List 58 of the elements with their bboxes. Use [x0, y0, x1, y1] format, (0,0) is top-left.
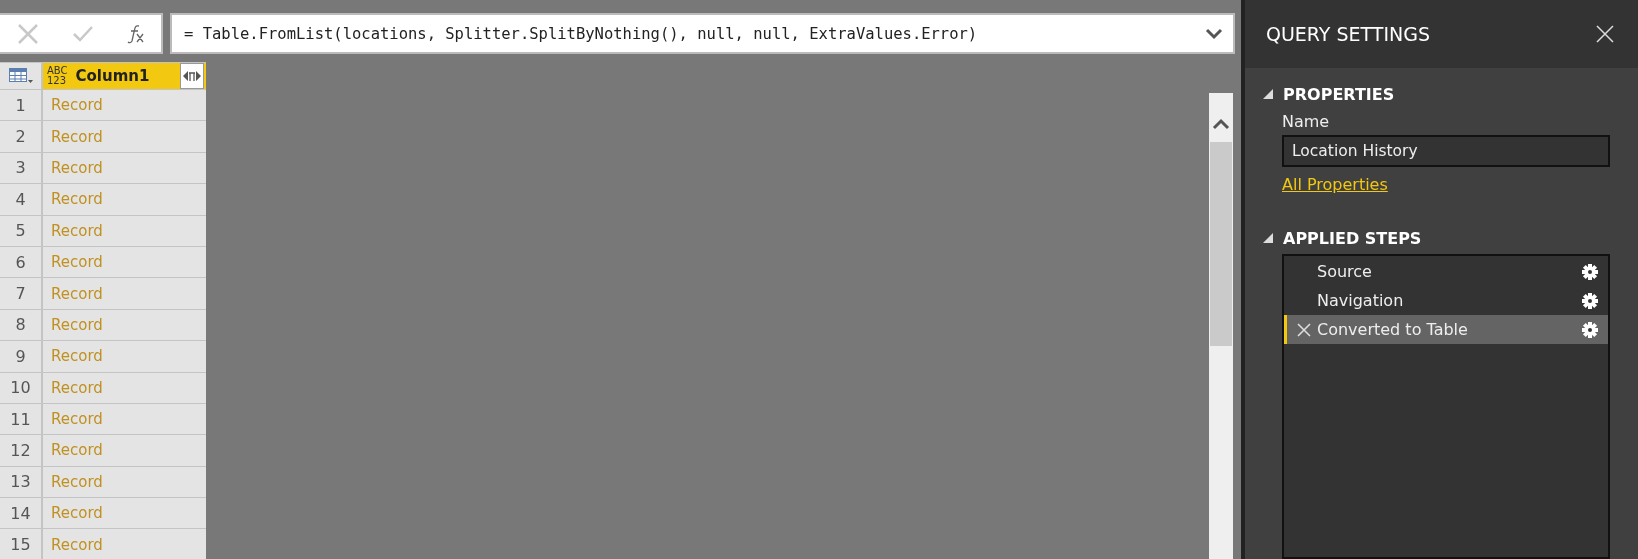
type-label[interactable]: ABC 123 [47, 66, 68, 86]
table-cell[interactable]: Record [43, 341, 206, 372]
scroll-up-icon[interactable] [1212, 118, 1230, 130]
row-number: 6 [0, 246, 41, 278]
table-cell[interactable]: Record [43, 403, 206, 435]
row-number: 15 [0, 529, 41, 559]
table-cell[interactable]: Record [43, 466, 206, 498]
section-heading: APPLIED STEPS [1283, 228, 1422, 248]
table-cell[interactable]: Record [43, 309, 206, 341]
applied-step[interactable]: Source [1284, 257, 1608, 286]
row-number: 5 [0, 215, 41, 246]
name-label: Name [1282, 111, 1331, 133]
function-icon[interactable] [126, 23, 145, 44]
row-number: 10 [0, 372, 41, 403]
table-cell[interactable]: Record [43, 246, 206, 278]
collapse-triangle-icon[interactable] [1263, 89, 1273, 99]
table-cell[interactable]: Record [43, 90, 206, 121]
name-field[interactable]: Location History [1282, 135, 1610, 167]
expand-button[interactable] [180, 63, 204, 89]
table-cell[interactable]: Record [43, 215, 206, 246]
row-number: 4 [0, 184, 41, 215]
gear-icon[interactable] [1582, 321, 1598, 338]
row-number: 11 [0, 403, 41, 435]
collapse-triangle-icon[interactable] [1263, 233, 1273, 243]
row-number: 13 [0, 466, 41, 498]
row-number: 14 [0, 498, 41, 529]
expand-arrows-icon [182, 69, 202, 83]
row-number: 3 [0, 152, 41, 184]
row-number: 8 [0, 309, 41, 341]
table-cell[interactable]: Record [43, 184, 206, 215]
table-cell[interactable]: Record [43, 278, 206, 309]
scrollbar-thumb[interactable] [1210, 142, 1232, 346]
row-number: 12 [0, 435, 41, 466]
table-cell[interactable]: Record [43, 121, 206, 152]
row-number: 1 [0, 90, 41, 121]
formula-field[interactable]: = Table.FromList(locations, Splitter.SplitByNothing(), null, null, ExtraValues.Error) [170, 13, 1235, 54]
applied-step[interactable]: Navigation [1284, 286, 1608, 315]
row-number: 9 [0, 341, 41, 372]
delete-icon[interactable] [1297, 322, 1311, 337]
close-icon[interactable] [1595, 24, 1615, 44]
all-properties-link[interactable]: All Properties [1282, 175, 1388, 194]
vertical-scrollbar[interactable] [1209, 93, 1233, 559]
panel-title: QUERY SETTINGS [1266, 23, 1431, 45]
row-number: 2 [0, 121, 41, 152]
gear-icon[interactable] [1582, 263, 1598, 280]
table-menu-button[interactable] [0, 63, 41, 89]
applied-step[interactable]: Converted to Table [1284, 315, 1608, 344]
section-heading: PROPERTIES [1283, 84, 1395, 104]
table-cell[interactable]: Record [43, 529, 206, 559]
table-icon [8, 68, 33, 84]
table-cell[interactable]: Record [43, 372, 206, 403]
chevron-down-icon[interactable] [1205, 27, 1223, 40]
gear-icon[interactable] [1582, 292, 1598, 309]
row-number: 7 [0, 278, 41, 309]
table-cell[interactable]: Record [43, 152, 206, 184]
table-cell[interactable]: Record [43, 498, 206, 529]
table-cell[interactable]: Record [43, 435, 206, 466]
check-icon[interactable] [71, 24, 94, 43]
